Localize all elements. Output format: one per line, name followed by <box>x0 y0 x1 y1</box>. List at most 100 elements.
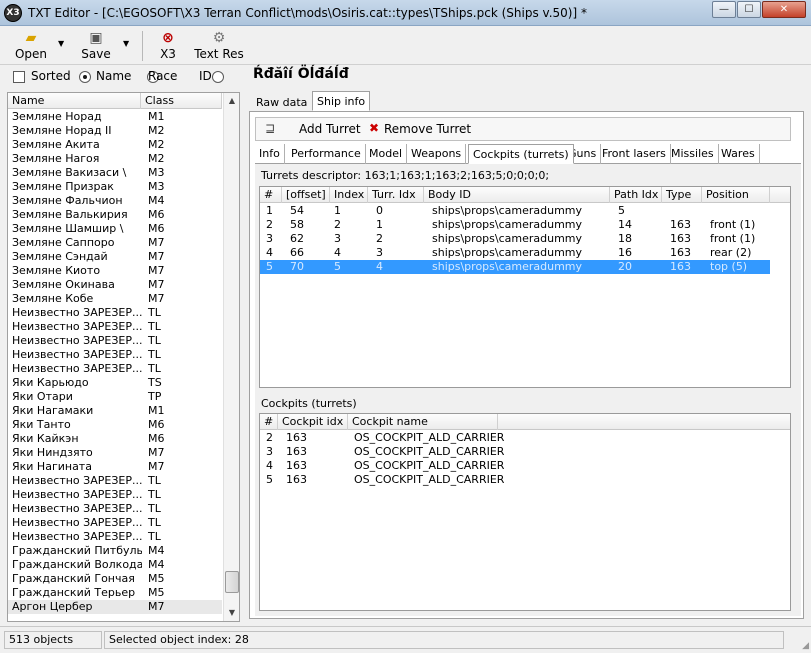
turret-row[interactable]: 4 66 4 3 ships\props\cameradummy 16 163 rear (2… <box>260 246 790 260</box>
remove-turret-button[interactable]: Remove Turret <box>384 122 471 136</box>
ship-list-row[interactable]: Аргон Цербер M7 <box>8 600 222 614</box>
ship-list-row[interactable]: Неизвестно ЗАРЕЗЕР... TL <box>8 516 222 530</box>
ship-list-row[interactable]: Земляне Акита M2 <box>8 138 222 152</box>
turret-row[interactable]: 1 54 1 0 ships\props\cameradummy 5 <box>260 204 790 218</box>
ship-class-cell: TL <box>148 516 161 529</box>
ship-list-row[interactable]: Земляне Норад II M2 <box>8 124 222 138</box>
tab-front-lasers[interactable]: Front lasers <box>598 144 671 164</box>
open-button[interactable]: ▰ Open <box>12 29 50 63</box>
cockpit-row[interactable]: 4 163 OS_COCKPIT_ALD_CARRIER <box>260 459 790 473</box>
ship-list-row[interactable]: Яки Ниндзято M7 <box>8 446 222 460</box>
save-dropdown-arrow-icon[interactable]: ▼ <box>123 39 129 48</box>
turret-row[interactable]: 3 62 3 2 ships\props\cameradummy 18 163 front (… <box>260 232 790 246</box>
save-button[interactable]: ▣ Save <box>78 29 114 63</box>
sorted-checkbox[interactable] <box>13 71 25 83</box>
ship-class-cell: M5 <box>148 572 165 585</box>
ship-list-row[interactable]: Земляне Вакизаси \ M3 <box>8 166 222 180</box>
column-header-name[interactable]: Name <box>8 93 141 109</box>
ship-list-row[interactable]: Земляне Нагоя M2 <box>8 152 222 166</box>
column-header-body-id[interactable]: Body ID <box>424 187 610 203</box>
turret-row[interactable]: 2 58 2 1 ships\props\cameradummy 14 163 front (… <box>260 218 790 232</box>
turret-row[interactable]: 5 70 5 4 ships\props\cameradummy 20 163 top (5) <box>260 260 770 274</box>
scroll-down-arrow-icon[interactable]: ▼ <box>224 605 240 621</box>
tab-raw-data[interactable]: Raw data <box>251 92 312 112</box>
ship-list-row[interactable]: Неизвестно ЗАРЕЗЕР... TL <box>8 320 222 334</box>
close-button[interactable]: ✕ <box>762 1 806 18</box>
column-header-turr-idx[interactable]: Turr. Idx <box>368 187 424 203</box>
cockpit-row[interactable]: 2 163 OS_COCKPIT_ALD_CARRIER <box>260 431 790 445</box>
ship-list-row[interactable]: Гражданский Питбуль M4 <box>8 544 222 558</box>
ship-list-row[interactable]: Земляне Окинава M7 <box>8 278 222 292</box>
column-header-number[interactable]: # <box>260 414 278 430</box>
column-header-cockpit-name[interactable]: Cockpit name <box>348 414 498 430</box>
ship-list-row[interactable]: Неизвестно ЗАРЕЗЕР... TL <box>8 362 222 376</box>
ship-list-row[interactable]: Земляне Норад M1 <box>8 110 222 124</box>
ship-list-row[interactable]: Земляне Призрак M3 <box>8 180 222 194</box>
maximize-button[interactable]: ☐ <box>737 1 761 18</box>
ship-list-row[interactable]: Земляне Кобе M7 <box>8 292 222 306</box>
ship-list-row[interactable]: Неизвестно ЗАРЕЗЕР... TL <box>8 488 222 502</box>
add-turret-button[interactable]: Add Turret <box>299 122 361 136</box>
ship-list-row[interactable]: Яки Карьюдо TS <box>8 376 222 390</box>
ship-list-row[interactable]: Яки Танто M6 <box>8 418 222 432</box>
sort-id-radio[interactable] <box>212 71 224 83</box>
title-bar[interactable]: X3 TXT Editor - [C:\EGOSOFT\X3 Terran Co… <box>0 0 811 26</box>
tab-model[interactable]: Model <box>365 144 408 164</box>
scrollbar-thumb[interactable] <box>225 571 239 593</box>
folder-open-icon: ▰ <box>25 30 37 46</box>
turrets-table[interactable]: # [offset] Index Turr. Idx Body ID Path … <box>259 186 791 388</box>
ship-list-row[interactable]: Земляне Сэндай M7 <box>8 250 222 264</box>
ship-name-cell: Неизвестно ЗАРЕЗЕР... <box>12 362 142 375</box>
column-header-number[interactable]: # <box>260 187 282 203</box>
tab-info[interactable]: Info <box>255 144 285 164</box>
ship-list-row[interactable]: Неизвестно ЗАРЕЗЕР... TL <box>8 530 222 544</box>
column-header-cockpit-idx[interactable]: Cockpit idx <box>278 414 348 430</box>
ship-list-row[interactable]: Земляне Саппоро M7 <box>8 236 222 250</box>
vertical-scrollbar[interactable]: ▲ ▼ <box>223 93 239 621</box>
ship-list-row[interactable]: Гражданский Гончая M5 <box>8 572 222 586</box>
tab-cockpits-turrets[interactable]: Cockpits (turrets) <box>468 144 574 164</box>
ship-list-row[interactable]: Неизвестно ЗАРЕЗЕР... TL <box>8 334 222 348</box>
ship-list-row[interactable]: Гражданский Терьер M5 <box>8 586 222 600</box>
x3-button[interactable]: ⊗ X3 <box>152 29 184 63</box>
ship-list-row[interactable]: Яки Отари TP <box>8 390 222 404</box>
scroll-up-arrow-icon[interactable]: ▲ <box>224 93 240 109</box>
sort-name-radio[interactable] <box>79 71 91 83</box>
ship-list-row[interactable]: Неизвестно ЗАРЕЗЕР... TL <box>8 306 222 320</box>
remove-turret-icon[interactable]: ✖ <box>366 121 382 135</box>
ship-list-row[interactable]: Земляне Шамшир \ M6 <box>8 222 222 236</box>
column-header-index[interactable]: Index <box>330 187 368 203</box>
column-header-class[interactable]: Class <box>141 93 222 109</box>
ship-class-cell: M1 <box>148 110 165 123</box>
ship-list[interactable]: Name Class Земляне Норад M1 Земляне Норад … <box>7 92 240 622</box>
cockpits-label: Cockpits (turrets) <box>261 397 357 410</box>
cockpits-table[interactable]: # Cockpit idx Cockpit name 2 163 OS_COCKPI… <box>259 413 791 611</box>
minimize-button[interactable]: — <box>712 1 736 18</box>
ship-list-row[interactable]: Яки Нагамаки M1 <box>8 404 222 418</box>
ship-list-row[interactable]: Гражданский Волкодав M4 <box>8 558 222 572</box>
column-header-position[interactable]: Position <box>702 187 770 203</box>
column-header-type[interactable]: Type <box>662 187 702 203</box>
ship-list-row[interactable]: Земляне Валькирия M6 <box>8 208 222 222</box>
ship-list-row[interactable]: Яки Кайкэн M6 <box>8 432 222 446</box>
ship-list-row[interactable]: Земляне Киото M7 <box>8 264 222 278</box>
column-header-offset[interactable]: [offset] <box>282 187 330 203</box>
ship-list-row[interactable]: Неизвестно ЗАРЕЗЕР... TL <box>8 348 222 362</box>
column-header-path-idx[interactable]: Path Idx <box>610 187 662 203</box>
tab-performance[interactable]: Performance <box>287 144 366 164</box>
ship-list-row[interactable]: Яки Нагината M7 <box>8 460 222 474</box>
open-dropdown-arrow-icon[interactable]: ▼ <box>58 39 64 48</box>
add-turret-icon[interactable]: ⊒ <box>262 121 278 135</box>
tab-missiles[interactable]: Missiles <box>667 144 719 164</box>
ship-list-row[interactable]: Неизвестно ЗАРЕЗЕР... TL <box>8 474 222 488</box>
text-res-button[interactable]: ⚙ Text Res <box>194 29 244 63</box>
resize-grip-icon[interactable]: ◢ <box>802 641 809 651</box>
tab-wares[interactable]: Wares <box>717 144 760 164</box>
ship-list-row[interactable]: Земляне Фальчион M4 <box>8 194 222 208</box>
tab-weapons[interactable]: Weapons <box>407 144 467 164</box>
cockpit-row[interactable]: 5 163 OS_COCKPIT_ALD_CARRIER <box>260 473 790 487</box>
ship-name-cell: Земляне Окинава <box>12 278 115 291</box>
tab-ship-info[interactable]: Ship info <box>312 91 371 111</box>
cockpit-row[interactable]: 3 163 OS_COCKPIT_ALD_CARRIER <box>260 445 790 459</box>
ship-list-row[interactable]: Неизвестно ЗАРЕЗЕР... TL <box>8 502 222 516</box>
